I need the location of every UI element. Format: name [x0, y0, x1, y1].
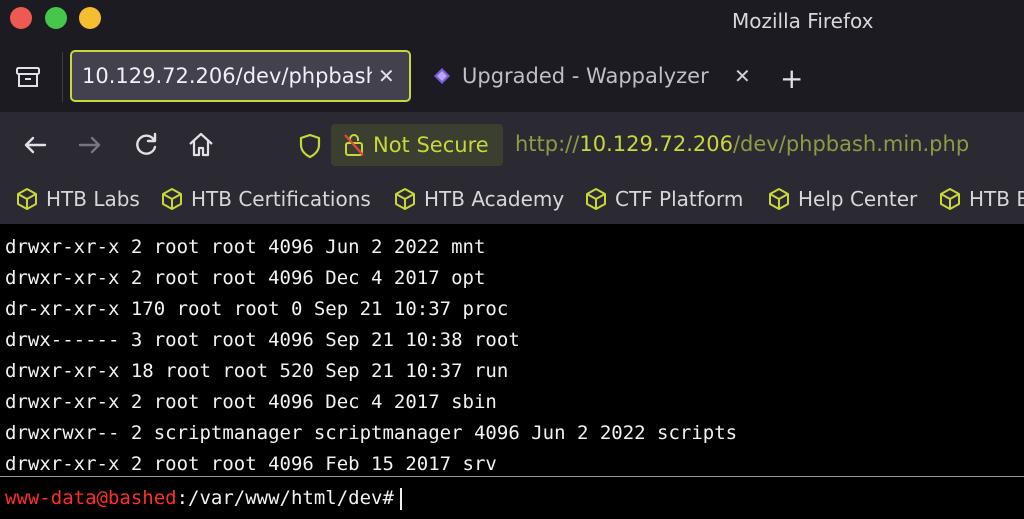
url-text[interactable]: http://10.129.72.206/dev/phpbash.min.php [515, 132, 969, 156]
tab-strip: 10.129.72.206/dev/phpbash.min.php ✕ Upgr… [0, 42, 1024, 112]
window-close-button[interactable] [10, 7, 32, 29]
terminal-output-line: drwxrwxr-- 2 scriptmanager scriptmanager… [5, 422, 738, 444]
phpbash-terminal[interactable]: drwxr-xr-x 2 root root 4096 Jun 2 2022 m… [0, 224, 1024, 519]
security-label: Not Secure [373, 133, 489, 157]
window-maximize-button[interactable] [79, 7, 101, 29]
cube-icon [395, 188, 415, 210]
terminal-output-line: drwx------ 3 root root 4096 Sep 21 10:38… [5, 329, 520, 351]
terminal-output-line: drwxr-xr-x 18 root root 520 Sep 21 10:37… [5, 360, 509, 382]
terminal-output-line: drwxr-xr-x 2 root root 4096 Dec 4 2017 o… [5, 267, 486, 289]
prompt-user: www-data@bashed [5, 487, 177, 509]
terminal-output-line: drwxr-xr-x 2 root root 4096 Feb 15 2017 … [5, 453, 497, 475]
wappalyzer-icon [434, 68, 450, 84]
url-scheme: http:// [515, 132, 580, 156]
terminal-output-line: drwxr-xr-x 2 root root 4096 Jun 2 2022 m… [5, 236, 486, 258]
cube-icon [769, 188, 789, 210]
cube-icon [940, 188, 960, 210]
bookmark-label: HTB Labs [46, 187, 140, 211]
url-path: /dev/phpbash.min.php [732, 132, 970, 156]
new-tab-button[interactable]: + [780, 62, 803, 95]
reload-icon[interactable] [131, 130, 161, 160]
bookmark-label: HTB B [969, 187, 1024, 211]
bookmark-htb-labs[interactable]: HTB Labs [15, 187, 140, 211]
tab-list-icon[interactable] [14, 64, 42, 92]
terminal-divider [0, 476, 1024, 477]
cube-icon [586, 188, 606, 210]
terminal-output-line: dr-xr-xr-x 170 root root 0 Sep 21 10:37 … [5, 298, 509, 320]
terminal-cursor[interactable] [399, 487, 402, 510]
tab-close-icon[interactable]: ✕ [734, 64, 751, 88]
cube-icon [17, 188, 37, 210]
bookmark-htb-certifications[interactable]: HTB Certifications [160, 187, 371, 211]
bookmark-help-center[interactable]: Help Center [767, 187, 917, 211]
bookmarks-toolbar: HTB Labs HTB Certifications HTB Academy … [0, 178, 1024, 224]
home-icon[interactable] [186, 130, 216, 160]
tab-label: 10.129.72.206/dev/phpbash.min.php [82, 64, 372, 88]
shield-icon[interactable] [298, 133, 322, 159]
url-bar[interactable]: Not Secure http://10.129.72.206/dev/phpb… [290, 120, 1024, 170]
bookmark-label: Help Center [798, 187, 918, 211]
tab-label: Upgraded - Wappalyzer [462, 64, 709, 88]
bookmark-htb-academy[interactable]: HTB Academy [393, 187, 564, 211]
bookmark-label: HTB Certifications [191, 187, 371, 211]
back-arrow-icon[interactable] [20, 130, 50, 160]
window-title: Mozilla Firefox [732, 9, 874, 33]
title-bar: Mozilla Firefox [0, 0, 1024, 42]
security-indicator[interactable]: Not Secure [331, 124, 503, 166]
navigation-bar: Not Secure http://10.129.72.206/dev/phpb… [0, 112, 1024, 178]
prompt-path: :/var/www/html/dev# [176, 487, 394, 509]
bookmark-ctf-platform[interactable]: CTF Platform [584, 187, 743, 211]
bookmark-label: HTB Academy [424, 187, 565, 211]
cube-icon [162, 188, 182, 210]
terminal-output-line: drwxr-xr-x 2 root root 4096 Dec 4 2017 s… [5, 391, 497, 413]
forward-arrow-icon[interactable] [75, 130, 105, 160]
tab-wappalyzer[interactable]: Upgraded - Wappalyzer ✕ [420, 50, 760, 102]
tab-phpbash[interactable]: 10.129.72.206/dev/phpbash.min.php ✕ [70, 50, 411, 102]
tab-separator [62, 52, 63, 102]
window-minimize-button[interactable] [45, 7, 67, 29]
terminal-prompt[interactable]: www-data@bashed:/var/www/html/dev# [5, 487, 402, 510]
bookmark-htb-b[interactable]: HTB B [938, 187, 1024, 211]
broken-lock-icon [344, 134, 364, 156]
tab-close-icon[interactable]: ✕ [378, 64, 395, 88]
bookmark-label: CTF Platform [615, 187, 744, 211]
url-host: 10.129.72.206 [579, 132, 733, 156]
